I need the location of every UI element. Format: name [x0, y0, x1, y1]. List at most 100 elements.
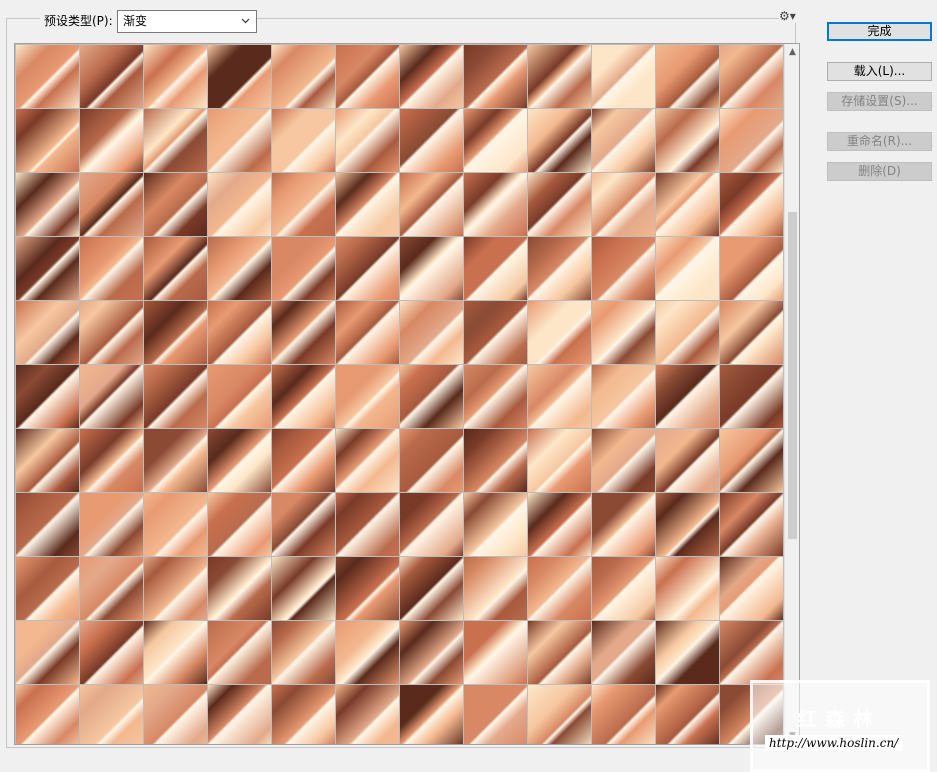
gradient-swatch[interactable]	[144, 301, 207, 364]
gradient-swatch[interactable]	[400, 237, 463, 300]
gradient-swatch[interactable]	[464, 557, 527, 620]
gradient-swatch[interactable]	[144, 621, 207, 684]
gradient-swatch[interactable]	[144, 109, 207, 172]
gradient-swatch[interactable]	[528, 45, 591, 108]
gradient-swatch[interactable]	[592, 493, 655, 556]
gradient-swatch[interactable]	[272, 173, 335, 236]
gradient-swatch[interactable]	[592, 685, 655, 744]
gradient-swatch[interactable]	[592, 173, 655, 236]
gradient-swatch[interactable]	[272, 557, 335, 620]
gradient-swatch[interactable]	[400, 429, 463, 492]
gradient-swatch[interactable]	[400, 365, 463, 428]
gradient-swatch[interactable]	[144, 45, 207, 108]
gradient-swatch[interactable]	[16, 45, 79, 108]
gradient-swatch[interactable]	[272, 109, 335, 172]
arrow-up-icon[interactable]: ▲	[785, 44, 799, 60]
gradient-swatch[interactable]	[400, 301, 463, 364]
gradient-swatch[interactable]	[144, 429, 207, 492]
gradient-swatch[interactable]	[656, 45, 719, 108]
gradient-swatch[interactable]	[528, 429, 591, 492]
gradient-swatch[interactable]	[272, 685, 335, 744]
gradient-swatch[interactable]	[272, 237, 335, 300]
gradient-swatch[interactable]	[656, 301, 719, 364]
gradient-swatch[interactable]	[720, 365, 783, 428]
gradient-swatch[interactable]	[592, 237, 655, 300]
gradient-swatch[interactable]	[272, 45, 335, 108]
gradient-swatch[interactable]	[208, 45, 271, 108]
gradient-swatch[interactable]	[144, 173, 207, 236]
gradient-swatch[interactable]	[656, 621, 719, 684]
gradient-swatch[interactable]	[656, 685, 719, 744]
gradient-swatch[interactable]	[208, 685, 271, 744]
gradient-swatch[interactable]	[16, 365, 79, 428]
gear-icon[interactable]: ⚙▾	[779, 9, 797, 23]
gradient-swatch[interactable]	[80, 685, 143, 744]
gradient-swatch[interactable]	[336, 365, 399, 428]
gradient-swatch[interactable]	[400, 173, 463, 236]
gradient-swatch[interactable]	[272, 621, 335, 684]
gradient-swatch[interactable]	[208, 557, 271, 620]
scroll-thumb[interactable]	[788, 212, 797, 539]
gradient-swatch[interactable]	[336, 621, 399, 684]
gradient-swatch[interactable]	[400, 557, 463, 620]
gradient-swatch[interactable]	[272, 493, 335, 556]
delete-button[interactable]: 删除(D)	[827, 162, 932, 181]
gradient-swatch[interactable]	[528, 173, 591, 236]
gradient-swatch[interactable]	[528, 109, 591, 172]
gradient-swatch[interactable]	[720, 301, 783, 364]
gradient-swatch[interactable]	[464, 429, 527, 492]
done-button[interactable]: 完成	[827, 22, 932, 41]
gradient-swatch[interactable]	[400, 685, 463, 744]
gradient-swatch[interactable]	[464, 109, 527, 172]
gradient-swatch[interactable]	[592, 429, 655, 492]
gradient-swatch[interactable]	[400, 621, 463, 684]
gradient-swatch[interactable]	[336, 493, 399, 556]
gradient-swatch[interactable]	[16, 685, 79, 744]
gradient-swatch[interactable]	[464, 301, 527, 364]
gradient-swatch[interactable]	[336, 429, 399, 492]
gradient-swatch[interactable]	[272, 429, 335, 492]
gradient-swatch[interactable]	[144, 237, 207, 300]
gradient-swatch[interactable]	[336, 557, 399, 620]
gradient-swatch[interactable]	[208, 365, 271, 428]
gradient-swatch[interactable]	[16, 237, 79, 300]
gradient-swatch[interactable]	[656, 237, 719, 300]
gradient-swatch[interactable]	[592, 45, 655, 108]
gradient-swatch[interactable]	[592, 621, 655, 684]
gradient-swatch[interactable]	[272, 365, 335, 428]
gradient-swatch[interactable]	[720, 173, 783, 236]
gradient-swatch[interactable]	[80, 173, 143, 236]
gradient-swatch[interactable]	[656, 173, 719, 236]
gradient-swatch[interactable]	[720, 621, 783, 684]
gradient-swatch[interactable]	[400, 109, 463, 172]
gradient-swatch[interactable]	[144, 493, 207, 556]
gradient-swatch[interactable]	[656, 493, 719, 556]
gradient-swatch[interactable]	[720, 45, 783, 108]
gradient-swatch[interactable]	[400, 45, 463, 108]
gradient-swatch[interactable]	[80, 557, 143, 620]
gradient-swatch[interactable]	[80, 493, 143, 556]
gradient-swatch[interactable]	[272, 301, 335, 364]
gradient-swatch[interactable]	[208, 237, 271, 300]
gradient-swatch[interactable]	[592, 109, 655, 172]
gradient-swatch[interactable]	[528, 557, 591, 620]
gradient-swatch[interactable]	[400, 493, 463, 556]
gradient-swatch[interactable]	[208, 429, 271, 492]
gradient-swatch[interactable]	[528, 621, 591, 684]
gradient-swatch[interactable]	[528, 301, 591, 364]
gradient-swatch[interactable]	[464, 45, 527, 108]
gradient-swatch[interactable]	[656, 365, 719, 428]
gradient-swatch[interactable]	[464, 685, 527, 744]
gradient-swatch[interactable]	[464, 621, 527, 684]
gradient-swatch[interactable]	[720, 493, 783, 556]
save-settings-button[interactable]: 存储设置(S)...	[827, 92, 932, 111]
gradient-swatch[interactable]	[592, 365, 655, 428]
gradient-swatch[interactable]	[208, 109, 271, 172]
gradient-swatch[interactable]	[336, 237, 399, 300]
gradient-swatch[interactable]	[144, 365, 207, 428]
gradient-swatch[interactable]	[16, 109, 79, 172]
gradient-swatch[interactable]	[336, 301, 399, 364]
gradient-swatch[interactable]	[336, 173, 399, 236]
gradient-swatch[interactable]	[336, 45, 399, 108]
gradient-swatch[interactable]	[80, 621, 143, 684]
